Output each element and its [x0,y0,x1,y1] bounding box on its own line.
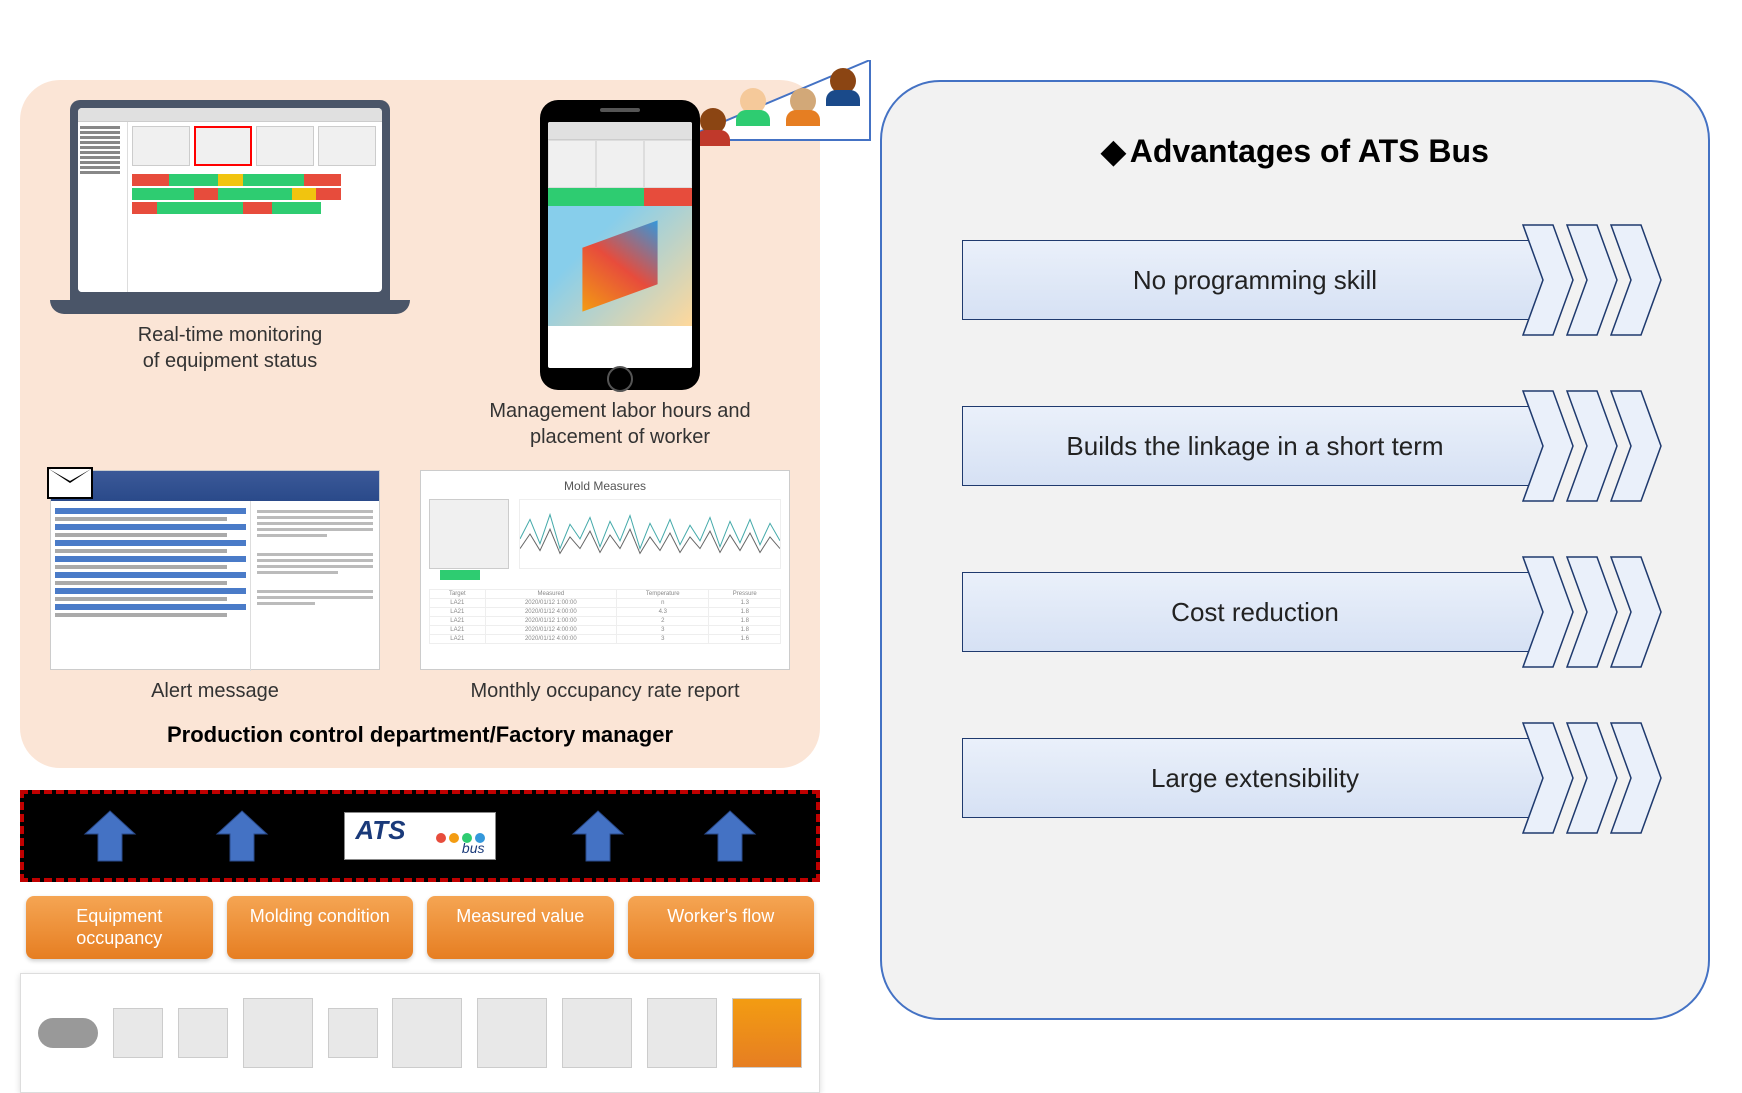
machine-icon [429,499,509,569]
report-caption: Monthly occupancy rate report [420,678,790,704]
up-arrow-icon [212,806,272,866]
person-icon [700,108,726,134]
report-screenshot: Mold Measures TargetMeasuredTemperatureP… [420,470,790,670]
management-panel: Real-time monitoring of equipment status… [20,80,820,768]
envelope-icon [47,467,93,499]
advantage-label: Cost reduction [1171,597,1339,628]
cnc-machine-icon [477,998,547,1068]
pill-equipment-occupancy: Equipment occupancy [26,896,213,959]
ats-logo-main: ATS [355,817,405,843]
sensor-icon [113,1008,163,1058]
advantage-bar: Cost reduction [962,572,1548,652]
pill-measured-value: Measured value [427,896,614,959]
advantage-label: Large extensibility [1151,763,1359,794]
plc-icon [243,998,313,1068]
ats-bus-logo: ATS bus [344,812,495,860]
labor-card: Management labor hours and placement of … [450,100,790,450]
person-icon [740,88,766,114]
robot-arm-icon [732,998,802,1068]
pill-workers-flow: Worker's flow [628,896,815,959]
advantage-bar: Builds the linkage in a short term [962,406,1548,486]
monitoring-card: Real-time monitoring of equipment status [50,100,410,450]
advantage-bar: Large extensibility [962,738,1548,818]
advantage-label: No programming skill [1133,265,1377,296]
chevron-right-icon [1518,718,1668,838]
chevron-right-icon [1518,220,1668,340]
labor-caption: Management labor hours and placement of … [450,398,790,450]
report-table: TargetMeasuredTemperaturePressure LA2120… [429,589,781,644]
phone-icon [540,100,700,390]
department-title: Production control department/Factory ma… [50,722,790,748]
machining-center-icon [647,998,717,1068]
pill-molding-condition: Molding condition [227,896,414,959]
people-triangle-icon [680,60,880,150]
monitoring-caption: Real-time monitoring of equipment status [50,322,410,374]
advantage-bar: No programming skill [962,240,1548,320]
advantage-item-4: Large extensibility [922,718,1668,838]
up-arrow-icon [80,806,140,866]
left-panel: Real-time monitoring of equipment status… [20,80,820,1093]
ats-logo-sub: bus [462,841,485,855]
report-inner-title: Mold Measures [429,479,781,493]
controller-icon [392,998,462,1068]
advantage-label: Builds the linkage in a short term [1066,431,1443,462]
thermostat-icon [178,1008,228,1058]
cable-icon [38,1018,98,1048]
laptop-icon [70,100,390,300]
alert-caption: Alert message [50,678,380,704]
alert-card: Alert message [50,470,380,704]
advantage-item-2: Builds the linkage in a short term [922,386,1668,506]
up-arrow-icon [700,806,760,866]
email-screenshot [50,470,380,670]
equipment-strip [20,973,820,1093]
lathe-machine-icon [562,998,632,1068]
data-source-pills: Equipment occupancy Molding condition Me… [20,896,820,959]
advantages-title: Advantages of ATS Bus [922,132,1668,170]
person-icon [830,68,856,94]
up-arrow-icon [568,806,628,866]
advantage-item-1: No programming skill [922,220,1668,340]
report-card: Mold Measures TargetMeasuredTemperatureP… [420,470,790,704]
advantage-item-3: Cost reduction [922,552,1668,672]
ats-bus-strip: ATS bus [20,790,820,882]
line-chart-icon [519,499,781,569]
advantages-panel: Advantages of ATS Bus No programming ski… [880,80,1710,1020]
chevron-right-icon [1518,386,1668,506]
person-icon [790,88,816,114]
chevron-right-icon [1518,552,1668,672]
meter-icon [328,1008,378,1058]
